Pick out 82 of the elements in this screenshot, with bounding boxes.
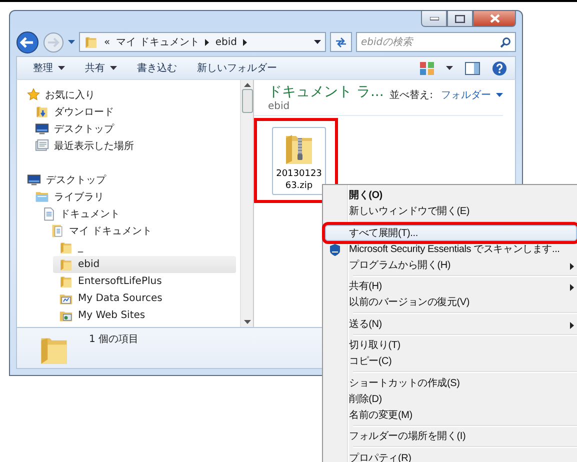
scroll-thumb[interactable] bbox=[242, 89, 252, 113]
caret-icon bbox=[496, 93, 503, 97]
library-subtitle: ebid bbox=[268, 101, 291, 112]
star-icon bbox=[27, 88, 40, 101]
menu-item[interactable]: プログラムから開く(H) bbox=[325, 256, 577, 272]
back-button[interactable] bbox=[16, 30, 39, 54]
menu-item[interactable]: 切り取り(T) bbox=[325, 337, 577, 353]
breadcrumb-segment[interactable]: ebid bbox=[215, 36, 237, 48]
document-icon bbox=[43, 206, 55, 220]
sort-dropdown[interactable]: フォルダー bbox=[441, 88, 503, 102]
address-bar[interactable]: « マイ ドキュメント ebid bbox=[79, 32, 326, 52]
recent-places-icon bbox=[35, 138, 49, 152]
submenu-arrow-icon bbox=[570, 284, 574, 291]
data-folder-icon bbox=[59, 292, 73, 306]
breadcrumb-arrow-icon[interactable] bbox=[242, 38, 247, 46]
document-folder-icon bbox=[51, 224, 64, 238]
shield-icon bbox=[328, 242, 342, 256]
scroll-up-icon[interactable] bbox=[244, 83, 250, 87]
menu-item[interactable]: Microsoft Security Essentials でスキャンします... bbox=[325, 240, 577, 256]
refresh-icon bbox=[335, 36, 347, 48]
folder-icon bbox=[59, 274, 73, 288]
minimize-button[interactable] bbox=[421, 11, 447, 27]
breadcrumb-segment[interactable]: マイ ドキュメント bbox=[116, 35, 200, 49]
search-icon bbox=[500, 37, 511, 48]
toolbar-button[interactable]: 共有 bbox=[77, 59, 125, 77]
scrollbar[interactable] bbox=[240, 80, 254, 327]
toolbar-button[interactable]: 書き込む bbox=[129, 59, 185, 77]
submenu-arrow-icon bbox=[570, 262, 574, 270]
menu-item[interactable]: 名前の変更(M) bbox=[325, 406, 577, 422]
menu-item[interactable]: 新しいウィンドウで開く(E) bbox=[325, 203, 577, 219]
item-count: 1 個の項目 bbox=[89, 333, 139, 347]
dropdown-caret-icon[interactable] bbox=[314, 40, 321, 44]
toolbar-button[interactable]: 整理 bbox=[25, 59, 73, 77]
maximize-button[interactable] bbox=[447, 11, 473, 27]
sidebar-item[interactable]: ダウンロード bbox=[29, 103, 236, 120]
library-title: ドキュメント ラ... bbox=[268, 83, 384, 101]
menu-item[interactable]: フォルダーの場所を開く(I) bbox=[325, 428, 577, 444]
menu-item[interactable]: 削除(D) bbox=[325, 390, 577, 406]
sidebar-item[interactable]: 最近表示した場所 bbox=[29, 137, 236, 154]
sidebar-item[interactable]: ebid bbox=[53, 256, 236, 273]
sidebar-item[interactable]: マイ ドキュメント bbox=[45, 222, 236, 239]
submenu-arrow-icon bbox=[570, 322, 574, 328]
sidebar-item[interactable]: デスクトップ bbox=[29, 120, 236, 137]
sidebar-item[interactable]: ライブラリ bbox=[29, 188, 236, 205]
refresh-button[interactable] bbox=[330, 32, 352, 52]
menu-item[interactable]: コピー(C) bbox=[325, 353, 577, 369]
folder-icon bbox=[59, 240, 73, 254]
breadcrumb-arrow-icon[interactable] bbox=[205, 38, 210, 46]
sort-label: 並べ替え: bbox=[390, 88, 433, 102]
close-icon bbox=[490, 14, 500, 23]
close-button[interactable] bbox=[473, 11, 516, 27]
history-caret-icon[interactable] bbox=[68, 40, 75, 44]
menu-item[interactable]: 共有(H) bbox=[325, 278, 577, 294]
web-folder-icon bbox=[59, 308, 73, 322]
sidebar-item[interactable]: _ bbox=[53, 239, 236, 256]
menu-item[interactable]: 開く(O) bbox=[325, 187, 577, 203]
folder-icon bbox=[59, 258, 73, 272]
desktop-icon bbox=[35, 122, 49, 135]
sidebar-item[interactable]: My Data Sources bbox=[53, 290, 236, 307]
minimize-icon bbox=[430, 16, 438, 20]
view-caret-icon[interactable] bbox=[446, 66, 453, 70]
desktop-icon bbox=[27, 173, 41, 186]
sidebar-item[interactable]: My Web Sites bbox=[53, 307, 236, 324]
help-icon[interactable] bbox=[492, 60, 507, 76]
sidebar-item[interactable]: ドキュメント bbox=[37, 205, 236, 222]
toolbar-button[interactable]: 新しいフォルダー bbox=[189, 59, 285, 77]
view-options-icon[interactable] bbox=[420, 62, 434, 74]
menu-item[interactable]: ショートカットの作成(S) bbox=[325, 374, 577, 390]
sidebar-item[interactable]: お気に入り bbox=[21, 86, 236, 103]
scroll-down-icon[interactable] bbox=[244, 320, 250, 324]
overflow-chevron[interactable]: « bbox=[104, 36, 110, 48]
menu-item[interactable]: 送る(N) bbox=[325, 316, 577, 332]
folder-icon bbox=[84, 34, 98, 50]
sidebar-item[interactable]: EntersoftLifePlus bbox=[53, 273, 236, 290]
preview-pane-icon[interactable] bbox=[465, 62, 480, 74]
maximize-icon bbox=[455, 14, 465, 22]
library-icon bbox=[35, 190, 49, 203]
search-field[interactable]: ebidの検索 bbox=[356, 32, 516, 52]
download-folder-icon bbox=[35, 104, 49, 118]
sidebar-item[interactable]: デスクトップ bbox=[21, 171, 236, 188]
menu-item[interactable]: 以前のバージョンの復元(V) bbox=[325, 294, 577, 310]
file-item[interactable]: 2013012363.zip bbox=[272, 127, 326, 195]
